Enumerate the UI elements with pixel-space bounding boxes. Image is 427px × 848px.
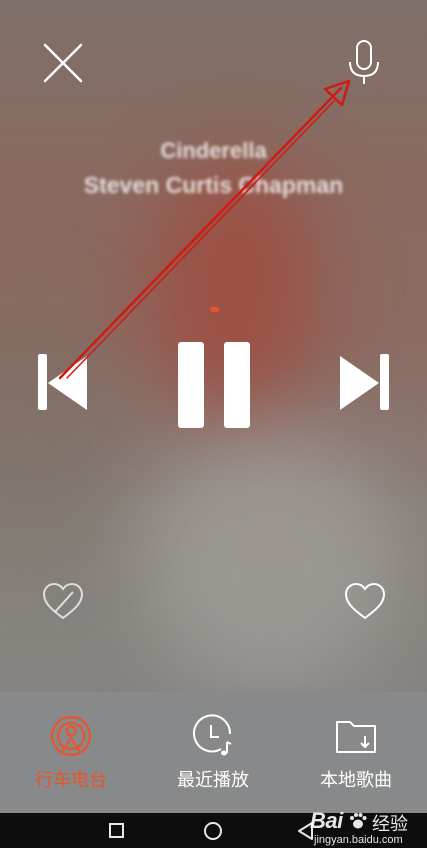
home-icon[interactable]	[204, 822, 222, 840]
watermark-name: 经验	[372, 814, 408, 835]
recent-apps-icon[interactable]	[109, 823, 124, 838]
nav-label-recent: 最近播放	[177, 770, 249, 791]
dislike-button[interactable]	[41, 582, 85, 622]
nav-item-recent[interactable]: 最近播放	[142, 692, 284, 813]
song-title: Cinderella	[160, 138, 267, 163]
nav-label-car-radio: 行车电台	[35, 770, 107, 791]
close-button[interactable]	[40, 40, 86, 86]
watermark-brand: Bai	[310, 808, 343, 833]
background-blur-light	[140, 430, 400, 690]
previous-track-icon	[38, 354, 87, 410]
watermark-domain: jingyan.baidu.com	[314, 834, 403, 846]
voice-search-button[interactable]	[344, 38, 384, 88]
previous-button[interactable]	[36, 352, 92, 414]
nav-item-car-radio[interactable]: 行车电台	[0, 692, 142, 813]
progress-indicator[interactable]	[210, 307, 219, 312]
nav-item-local[interactable]: 本地歌曲	[285, 692, 427, 813]
bottom-navigation: 行车电台 最近播放 本地歌曲	[0, 692, 427, 813]
pause-icon	[178, 342, 250, 428]
local-folder-icon	[336, 721, 376, 753]
nav-label-local: 本地歌曲	[320, 770, 392, 791]
baidu-jingyan-watermark: Bai 经验 jingyan.baidu.com	[308, 806, 427, 848]
dislike-heart-icon	[42, 582, 84, 620]
recent-clock-icon	[193, 714, 232, 756]
pause-button[interactable]	[176, 340, 252, 430]
like-button[interactable]	[343, 582, 387, 622]
microphone-icon	[349, 40, 379, 84]
close-icon	[43, 43, 83, 83]
paw-icon	[350, 813, 367, 829]
background-blur-dark	[0, 300, 120, 560]
next-button[interactable]	[336, 352, 392, 414]
next-track-icon	[340, 354, 389, 410]
heart-icon	[344, 582, 386, 620]
song-artist: Steven Curtis Chapman	[83, 172, 344, 198]
car-radio-icon	[50, 715, 92, 757]
player-screen: Cinderella Steven Curtis Chapman 行车电台 最近…	[0, 0, 427, 848]
